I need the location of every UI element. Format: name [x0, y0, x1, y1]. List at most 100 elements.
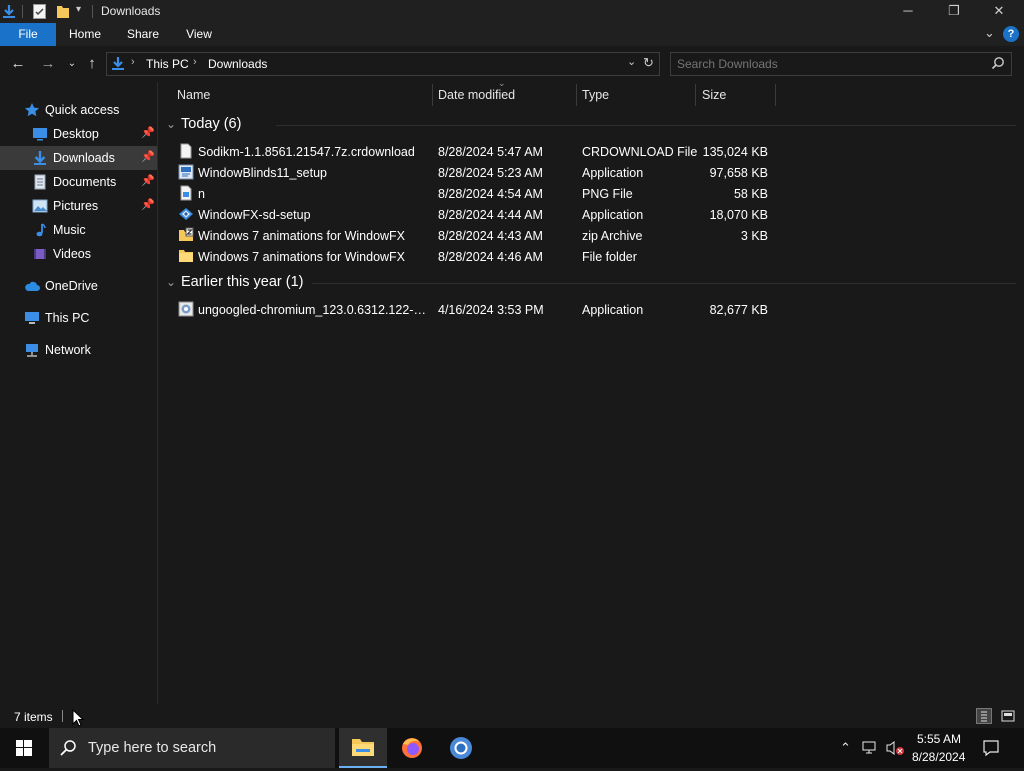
pin-icon: 📌 [141, 175, 155, 187]
taskbar-file-explorer[interactable] [339, 728, 387, 768]
customize-toolbar-icon[interactable]: ▾ [76, 4, 81, 15]
address-bar[interactable]: › This PC › Downloads ⌄ ↻ [106, 52, 660, 76]
breadcrumb-this-pc[interactable]: This PC [146, 57, 189, 71]
file-row[interactable]: WindowFX-sd-setup 8/28/2024 4:44 AM Appl… [158, 204, 778, 225]
downloads-quick-icon[interactable] [2, 4, 16, 19]
file-size: 3 KB [740, 229, 768, 243]
file-date: 8/28/2024 5:23 AM [438, 166, 543, 180]
collapse-chevron-icon[interactable]: ⌄ [166, 275, 176, 289]
recent-locations-icon[interactable]: ⌄ [62, 54, 82, 74]
back-arrow-icon[interactable]: ← [8, 54, 28, 74]
file-date: 8/28/2024 4:54 AM [438, 187, 543, 201]
item-count: 7 items [14, 710, 53, 724]
nav-item-onedrive[interactable]: OneDrive [0, 274, 157, 298]
taskbar-search-box[interactable]: Type here to search [49, 728, 335, 768]
nav-item-pictures[interactable]: Pictures 📌 [0, 194, 157, 218]
file-type: Application [582, 166, 644, 180]
column-header-name[interactable]: Name [177, 82, 427, 108]
volume-muted-icon[interactable] [886, 740, 906, 756]
nav-item-downloads[interactable]: Downloads 📌 [0, 146, 157, 170]
forward-arrow-icon[interactable]: → [38, 54, 58, 74]
file-row[interactable]: WindowBlinds11_setup 8/28/2024 5:23 AM A… [158, 162, 778, 183]
file-date: 8/28/2024 4:46 AM [438, 250, 543, 264]
file-name: WindowBlinds11_setup [198, 166, 328, 180]
column-header-size[interactable]: Size [702, 82, 772, 108]
taskbar-chromium[interactable] [437, 728, 485, 768]
file-row[interactable]: Sodikm-1.1.8561.21547.7z.crdownload 8/28… [158, 141, 778, 162]
address-dropdown-icon[interactable]: ⌄ [627, 55, 636, 68]
help-icon[interactable]: ? [1003, 26, 1019, 42]
file-size: 135,024 KB [702, 145, 768, 159]
taskbar: Type here to search ⌃ 5:55 AM 8/28/2024 [0, 728, 1024, 768]
file-size: 97,658 KB [709, 166, 768, 180]
close-button[interactable]: ✕ [976, 0, 1022, 23]
taskbar-firefox[interactable] [388, 728, 436, 768]
search-input[interactable] [677, 53, 977, 75]
clock-date[interactable]: 8/28/2024 [912, 750, 965, 764]
column-header-type[interactable]: Type [582, 82, 692, 108]
file-row[interactable]: n 8/28/2024 4:54 AM PNG File 58 KB [158, 183, 778, 204]
zip-icon [178, 227, 194, 243]
setup-icon [178, 206, 194, 222]
videos-icon [32, 246, 48, 262]
new-folder-icon[interactable] [56, 4, 70, 19]
details-view-icon[interactable] [976, 708, 992, 724]
large-icons-view-icon[interactable] [1000, 708, 1016, 724]
file-date: 8/28/2024 4:44 AM [438, 208, 543, 222]
restore-button[interactable]: ❐ [931, 0, 977, 23]
file-list: Name Date modified ⌄ Type Size ⌄ Today (… [158, 78, 1024, 704]
file-type: File folder [582, 250, 637, 264]
refresh-icon[interactable]: ↻ [643, 55, 654, 71]
breadcrumb-separator-icon[interactable]: › [193, 56, 197, 68]
nav-item-this-pc[interactable]: This PC [0, 306, 157, 330]
chromium-icon [450, 737, 472, 759]
show-hidden-icons-icon[interactable]: ⌃ [840, 740, 851, 756]
music-icon [32, 222, 48, 238]
nav-item-documents[interactable]: Documents 📌 [0, 170, 157, 194]
network-icon [24, 342, 40, 358]
breadcrumb-separator-icon[interactable]: › [131, 56, 135, 68]
clock-time[interactable]: 5:55 AM [917, 732, 961, 746]
navigation-pane: Quick access Desktop 📌 Downloads 📌 Docum… [0, 82, 157, 704]
file-type: zip Archive [582, 229, 643, 243]
group-header-earlier-this-year[interactable]: ⌄ Earlier this year (1) [164, 272, 1024, 294]
file-row[interactable]: ungoogled-chromium_123.0.6312.122-1.... … [158, 299, 778, 320]
nav-item-desktop[interactable]: Desktop 📌 [0, 122, 157, 146]
sort-indicator-icon: ⌄ [498, 78, 506, 88]
nav-item-music[interactable]: Music [0, 218, 157, 242]
tab-view[interactable]: View [174, 23, 224, 46]
group-header-today[interactable]: ⌄ Today (6) [164, 114, 1024, 136]
action-center-icon[interactable] [982, 739, 1000, 757]
pin-icon: 📌 [141, 151, 155, 163]
file-row[interactable]: Windows 7 animations for WindowFX 8/28/2… [158, 246, 778, 267]
properties-icon[interactable] [33, 4, 46, 19]
breadcrumb-downloads[interactable]: Downloads [208, 57, 267, 71]
windows-logo-icon [16, 740, 32, 756]
downloads-location-icon [111, 56, 125, 71]
tab-file[interactable]: File [0, 23, 56, 46]
file-size: 82,677 KB [709, 303, 768, 317]
nav-item-network[interactable]: Network [0, 338, 157, 362]
file-date: 8/28/2024 5:47 AM [438, 145, 543, 159]
collapse-chevron-icon[interactable]: ⌄ [166, 117, 176, 131]
address-row: ← → ⌄ ↑ › This PC › Downloads ⌄ ↻ [0, 46, 1024, 82]
search-icon[interactable] [991, 56, 1005, 70]
computer-icon [24, 310, 40, 326]
tab-share[interactable]: Share [118, 23, 168, 46]
up-arrow-icon[interactable]: ↑ [82, 54, 102, 74]
start-button[interactable] [0, 728, 48, 768]
network-status-icon[interactable] [862, 740, 880, 756]
download-icon [32, 150, 48, 166]
minimize-button[interactable]: ─ [885, 0, 931, 23]
expand-ribbon-icon[interactable]: ⌄ [984, 25, 995, 41]
search-box[interactable] [670, 52, 1012, 76]
file-row[interactable]: Windows 7 animations for WindowFX 8/28/2… [158, 225, 778, 246]
file-size: 18,070 KB [709, 208, 768, 222]
file-type: Application [582, 303, 644, 317]
search-icon [59, 739, 77, 757]
nav-item-videos[interactable]: Videos [0, 242, 157, 266]
nav-item-quick-access[interactable]: Quick access [0, 98, 157, 122]
folder-icon [178, 248, 194, 264]
file-name: Sodikm-1.1.8561.21547.7z.crdownload [198, 145, 415, 159]
tab-home[interactable]: Home [60, 23, 110, 46]
